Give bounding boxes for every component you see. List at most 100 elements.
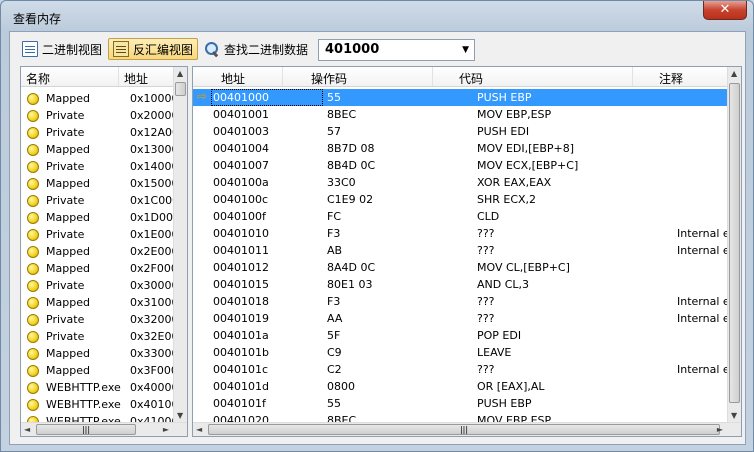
title-bar[interactable]: 查看内存 ✕ [1, 1, 753, 31]
disassembly-horizontal-scrollbar[interactable]: ◄ ||| ► [193, 422, 741, 436]
region-vertical-scrollbar[interactable]: ▲ ▼ [173, 67, 187, 422]
instruction-code: LEAVE [477, 346, 512, 359]
chevron-down-icon[interactable]: ▼ [462, 45, 469, 55]
disassembly-row[interactable]: 0040101f 55 PUSH EBP [193, 395, 741, 412]
region-row[interactable]: Private 0x32E00 [21, 327, 186, 344]
scroll-up-icon[interactable]: ▲ [731, 69, 737, 78]
window-title: 查看内存 [13, 12, 62, 26]
region-row[interactable]: Mapped 0x2E000 [21, 242, 186, 259]
scroll-left-icon[interactable]: ◄ [196, 425, 202, 434]
region-name: Mapped [46, 143, 90, 156]
instruction-address: 00401018 [213, 295, 269, 308]
region-row[interactable]: Private 0x32000 [21, 310, 186, 327]
disassembly-row[interactable]: 00401007 8B4D 0C MOV ECX,[EBP+C] [193, 157, 741, 174]
disassembly-row[interactable]: 0040101d 0800 OR [EAX],AL [193, 378, 741, 395]
disassembly-row[interactable]: 00401010F3???Internal error [193, 225, 741, 242]
instruction-address: 0040101f [213, 397, 266, 410]
region-row[interactable]: Mapped 0x2F000 [21, 259, 186, 276]
scroll-right-icon[interactable]: ► [163, 425, 169, 434]
search-icon [204, 41, 220, 57]
instruction-code: MOV EDI,[EBP+8] [477, 142, 575, 155]
scroll-thumb[interactable]: ||| [36, 424, 136, 435]
scroll-thumb[interactable] [729, 83, 740, 403]
scroll-thumb[interactable]: ||| [208, 424, 720, 435]
disassembly-row[interactable]: 00401018F3???Internal error [193, 293, 741, 310]
region-row[interactable]: Private 0x30000 [21, 276, 186, 293]
disasm-view-icon [113, 41, 129, 57]
disassembly-row[interactable]: 00401015 80E1 03 AND CL,3 [193, 276, 741, 293]
binary-view-button[interactable]: 二进制视图 [18, 38, 106, 60]
disassembly-row[interactable]: ⇨ 00401000 55 PUSH EBP [193, 89, 741, 106]
region-name: Mapped [46, 92, 90, 105]
disasm-view-label: 反汇编视图 [133, 42, 194, 57]
instruction-opcode: 33C0 [327, 176, 356, 189]
instruction-opcode: AA [327, 312, 343, 325]
disassembly-row[interactable]: 00401011AB???Internal error [193, 242, 741, 259]
current-instruction-arrow-icon [193, 140, 211, 157]
address-value: 401000 [325, 42, 380, 57]
region-row[interactable]: Mapped 0x33000 [21, 344, 186, 361]
column-header-address[interactable]: 地址 [119, 67, 175, 86]
region-name: Private [46, 160, 85, 173]
disassembly-row[interactable]: 0040100f FC CLD [193, 208, 741, 225]
column-header-code[interactable]: 代码 [433, 67, 633, 86]
region-row[interactable]: Private 0x1C000 [21, 191, 186, 208]
column-header-address[interactable]: 地址 [193, 67, 283, 86]
instruction-code: CLD [477, 210, 500, 223]
region-name: Private [46, 109, 85, 122]
region-row[interactable]: Private 0x12A00 [21, 123, 186, 140]
column-header-opcode[interactable]: 操作码 [283, 67, 433, 86]
client-area: 二进制视图 反汇编视图 查找二进制数据 401000 ▼ 名称 地址 Mappe… [9, 31, 746, 445]
region-row[interactable]: Mapped 0x10000 [21, 89, 186, 106]
region-status-icon [27, 330, 39, 343]
disassembly-row[interactable]: 0040100c C1E9 02 SHR ECX,2 [193, 191, 741, 208]
disassembly-row[interactable]: 0040101cC2???Internal error [193, 361, 741, 378]
current-instruction-arrow-icon [193, 395, 211, 412]
region-row[interactable]: Private 0x20000 [21, 106, 186, 123]
column-header-name[interactable]: 名称 [21, 67, 119, 86]
scroll-left-icon[interactable]: ◄ [24, 425, 30, 434]
current-instruction-arrow-icon [193, 344, 211, 361]
scroll-right-icon[interactable]: ► [717, 425, 723, 434]
disasm-view-button[interactable]: 反汇编视图 [108, 38, 199, 60]
instruction-code: MOV ECX,[EBP+C] [477, 159, 579, 172]
region-status-icon [27, 211, 39, 224]
disassembly-row[interactable]: 00401004 8B7D 08 MOV EDI,[EBP+8] [193, 140, 741, 157]
address-combo[interactable]: 401000 ▼ [318, 39, 475, 61]
close-button[interactable]: ✕ [703, 1, 747, 20]
region-row[interactable]: Mapped 0x31000 [21, 293, 186, 310]
disassembly-row[interactable]: 00401003 57 PUSH EDI [193, 123, 741, 140]
region-status-icon [27, 279, 39, 292]
disassembly-row[interactable]: 0040100a 33C0 XOR EAX,EAX [193, 174, 741, 191]
region-row[interactable]: WEBHTTP.exe 0x40000 [21, 378, 186, 395]
disassembly-row[interactable]: 0040101a 5F POP EDI [193, 327, 741, 344]
disassembly-row[interactable]: 00401001 8BEC MOV EBP,ESP [193, 106, 741, 123]
instruction-address: 00401001 [213, 108, 269, 121]
search-binary-button[interactable]: 查找二进制数据 [200, 38, 312, 60]
scroll-up-icon[interactable]: ▲ [177, 69, 183, 78]
instruction-code: ??? [477, 244, 495, 257]
disassembly-row[interactable]: 00401012 8A4D 0C MOV CL,[EBP+C] [193, 259, 741, 276]
scroll-down-icon[interactable]: ▼ [177, 411, 183, 420]
disassembly-rows: ⇨ 00401000 55 PUSH EBP 00401001 8BEC MOV EBP,E… [193, 89, 741, 436]
region-row[interactable]: Mapped 0x1D000 [21, 208, 186, 225]
binary-view-label: 二进制视图 [42, 42, 103, 57]
disassembly-row[interactable]: 00401019AA???Internal error [193, 310, 741, 327]
region-row[interactable]: Private 0x1E000 [21, 225, 186, 242]
column-header-comment[interactable]: 注释 [633, 67, 733, 86]
scroll-thumb[interactable] [175, 82, 186, 96]
region-row[interactable]: Mapped 0x3F000 [21, 361, 186, 378]
instruction-code: MOV CL,[EBP+C] [477, 261, 570, 274]
instruction-address: 00401019 [213, 312, 269, 325]
region-row[interactable]: Mapped 0x13000 [21, 140, 186, 157]
current-instruction-arrow-icon [193, 208, 211, 225]
scroll-down-icon[interactable]: ▼ [731, 411, 737, 420]
region-row[interactable]: Private 0x14000 [21, 157, 186, 174]
instruction-address: 0040100c [213, 193, 269, 206]
region-row[interactable]: WEBHTTP.exe 0x40100 [21, 395, 186, 412]
disassembly-vertical-scrollbar[interactable]: ▲ ▼ [727, 67, 741, 422]
region-row[interactable]: Mapped 0x15000 [21, 174, 186, 191]
region-horizontal-scrollbar[interactable]: ◄ ||| ► [21, 422, 187, 436]
instruction-opcode: C1E9 02 [327, 193, 374, 206]
disassembly-row[interactable]: 0040101b C9 LEAVE [193, 344, 741, 361]
